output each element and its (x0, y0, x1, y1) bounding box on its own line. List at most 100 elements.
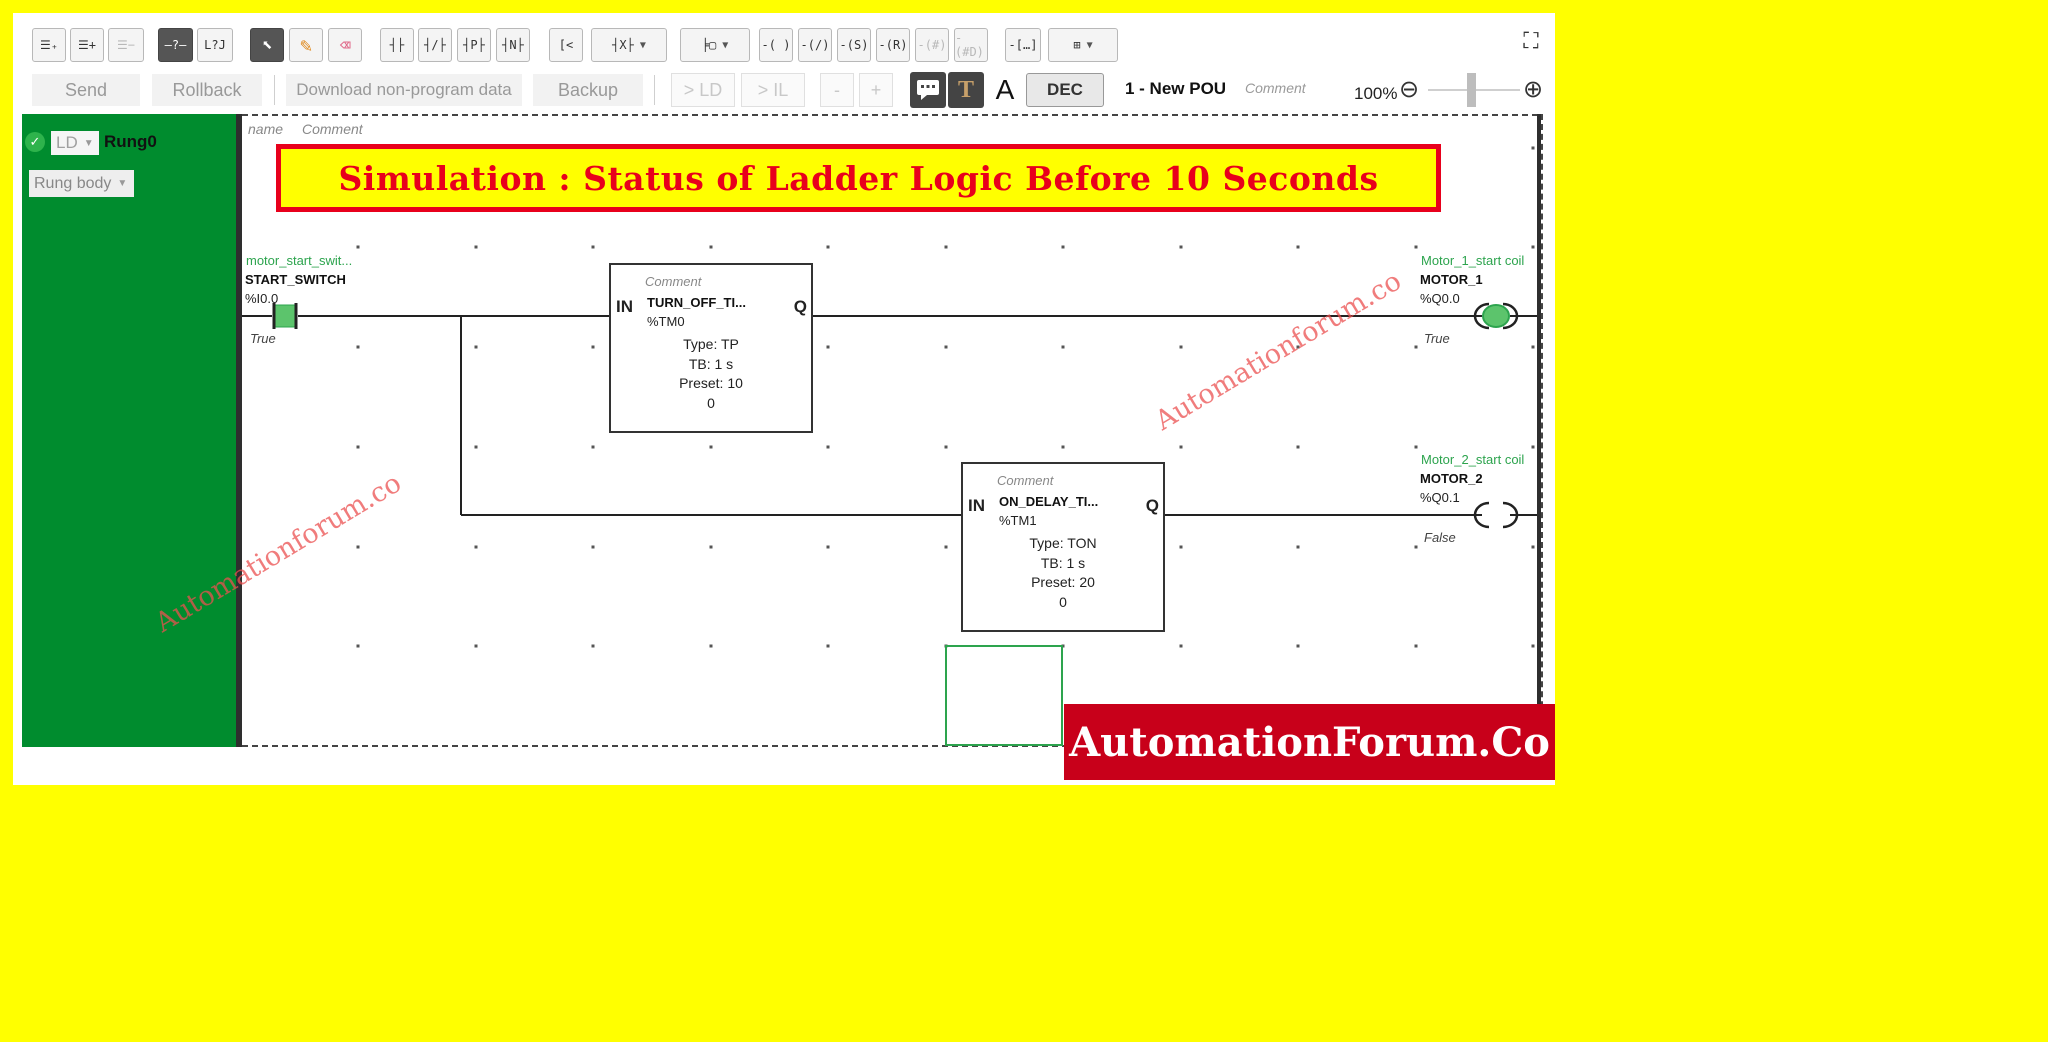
function-block-button[interactable]: ╞▢ ▼ (680, 28, 750, 62)
grid-dot (826, 245, 830, 249)
grid-dot (944, 445, 948, 449)
timer-ton-block[interactable]: Comment IN Q ON_DELAY_TI... %TM1 Type: T… (961, 462, 1165, 632)
erase-tool-icon: ⌫ (339, 34, 351, 56)
set-coil-icon: -(S) (839, 38, 869, 52)
nc-contact-button[interactable]: ┤/├ (418, 28, 452, 62)
xor-block-icon: ┤X├ (612, 38, 634, 52)
erase-tool-button[interactable]: ⌫ (328, 28, 362, 62)
block-current-value: 0 (1059, 594, 1067, 610)
grid-dot (1531, 545, 1535, 549)
draw-tool-button[interactable]: ✎ (289, 28, 323, 62)
operation-block-button[interactable]: -[…] (1005, 28, 1041, 62)
jump-coil-button[interactable]: -(#) (915, 28, 949, 62)
unknown-element-button[interactable]: –?– (158, 28, 193, 62)
block-comment[interactable]: Comment (645, 274, 701, 289)
grid-dot (356, 644, 360, 648)
insert-rung-above-icon: ☰+ (78, 38, 96, 52)
compare-block-icon: [< (558, 38, 574, 52)
grid-dot (1296, 545, 1300, 549)
coil-icon: -( ) (761, 38, 791, 52)
grid-dot (944, 345, 948, 349)
reset-coil-button[interactable]: -(R) (876, 28, 910, 62)
grid-dot (591, 345, 595, 349)
grid-dot (1414, 445, 1418, 449)
insert-rung-above-button[interactable]: ☰+ (70, 28, 104, 62)
grid-dot (474, 345, 478, 349)
jump-coil-icon: -(#) (917, 38, 947, 52)
insert-rung-below-icon: ☰₊ (40, 38, 58, 52)
select-tool-button[interactable]: ⬉ (250, 28, 284, 62)
block-in-pin: IN (968, 496, 985, 515)
add-block-button[interactable]: ⊞ ▼ (1048, 28, 1118, 62)
coil2-address[interactable]: %Q0.1 (1420, 490, 1460, 505)
grid-dot (826, 644, 830, 648)
coil2-state: False (1424, 530, 1456, 545)
block-current-value: 0 (707, 395, 715, 411)
coil1-address[interactable]: %Q0.0 (1420, 291, 1460, 306)
grid-dot (1179, 545, 1183, 549)
positive-edge-contact-button[interactable]: ┤P├ (457, 28, 491, 62)
operation-block-icon: -[…] (1008, 38, 1038, 52)
grid-dot (709, 545, 713, 549)
grid-dot (1414, 245, 1418, 249)
delete-rung-button[interactable]: ☰− (108, 28, 144, 62)
set-coil-button[interactable]: -(S) (837, 28, 871, 62)
grid-dot (1179, 345, 1183, 349)
grid-dot (591, 445, 595, 449)
grid-dot (1061, 345, 1065, 349)
grid-dot (709, 445, 713, 449)
block-address: %TM0 (647, 314, 685, 329)
function-block-icon: ╞▢ (701, 38, 717, 52)
timer-tp-block[interactable]: Comment IN Q TURN_OFF_TI... %TM0 Type: T… (609, 263, 813, 433)
grid-dot (356, 445, 360, 449)
grid-dot (944, 545, 948, 549)
coil2-comment[interactable]: Motor_2_start coil (1421, 452, 1524, 467)
block-name[interactable]: ON_DELAY_TI... (999, 494, 1098, 509)
negative-edge-contact-button[interactable]: ┤N├ (496, 28, 530, 62)
site-logo: AutomationForum.Co (1064, 704, 1555, 780)
block-q-pin: Q (1145, 496, 1159, 515)
grid-dot (709, 644, 713, 648)
branch-element-icon: L?J (204, 38, 226, 52)
xor-block-button[interactable]: ┤X├ ▼ (591, 28, 667, 62)
grid-dot (709, 245, 713, 249)
positive-edge-contact-icon: ┤P├ (463, 38, 485, 52)
grid-dot (1414, 545, 1418, 549)
coil1-comment[interactable]: Motor_1_start coil (1421, 253, 1524, 268)
grid-dot (944, 245, 948, 249)
grid-dot (1414, 345, 1418, 349)
unknown-element-icon: –?– (164, 38, 187, 52)
jump-d-coil-button[interactable]: -(#D) (954, 28, 988, 62)
block-type: Type: TON (1029, 535, 1097, 551)
no-contact-button[interactable]: ┤├ (380, 28, 414, 62)
grid-dot (1179, 245, 1183, 249)
select-tool-icon: ⬉ (261, 34, 273, 56)
grid-dot (1296, 644, 1300, 648)
coil-button[interactable]: -( ) (759, 28, 793, 62)
branch-element-button[interactable]: L?J (197, 28, 233, 62)
block-name[interactable]: TURN_OFF_TI... (647, 295, 746, 310)
grid-dot (591, 545, 595, 549)
block-address: %TM1 (999, 513, 1037, 528)
grid-dot (474, 245, 478, 249)
cell-selection-box[interactable] (945, 645, 1063, 746)
grid-dot (1531, 345, 1535, 349)
contact-comment[interactable]: motor_start_swit... (246, 253, 352, 268)
insert-rung-below-button[interactable]: ☰₊ (32, 28, 66, 62)
compare-block-button[interactable]: [< (549, 28, 583, 62)
block-comment[interactable]: Comment (997, 473, 1053, 488)
reset-coil-icon: -(R) (878, 38, 908, 52)
contact-symbol[interactable] (272, 303, 298, 329)
grid-dot (356, 245, 360, 249)
block-in-pin: IN (616, 297, 633, 316)
nc-contact-icon: ┤/├ (424, 38, 446, 52)
negated-coil-button[interactable]: -(/) (798, 28, 832, 62)
contact-symbol-name[interactable]: START_SWITCH (245, 272, 346, 287)
simulation-banner: Simulation : Status of Ladder Logic Befo… (276, 144, 1441, 212)
block-timebase: TB: 1 s (688, 356, 734, 372)
coil1-symbol-name[interactable]: MOTOR_1 (1420, 272, 1483, 287)
grid-dot (1296, 245, 1300, 249)
grid-dot (826, 345, 830, 349)
coil2-symbol-name[interactable]: MOTOR_2 (1420, 471, 1483, 486)
contact-address[interactable]: %I0.0 (245, 291, 278, 306)
